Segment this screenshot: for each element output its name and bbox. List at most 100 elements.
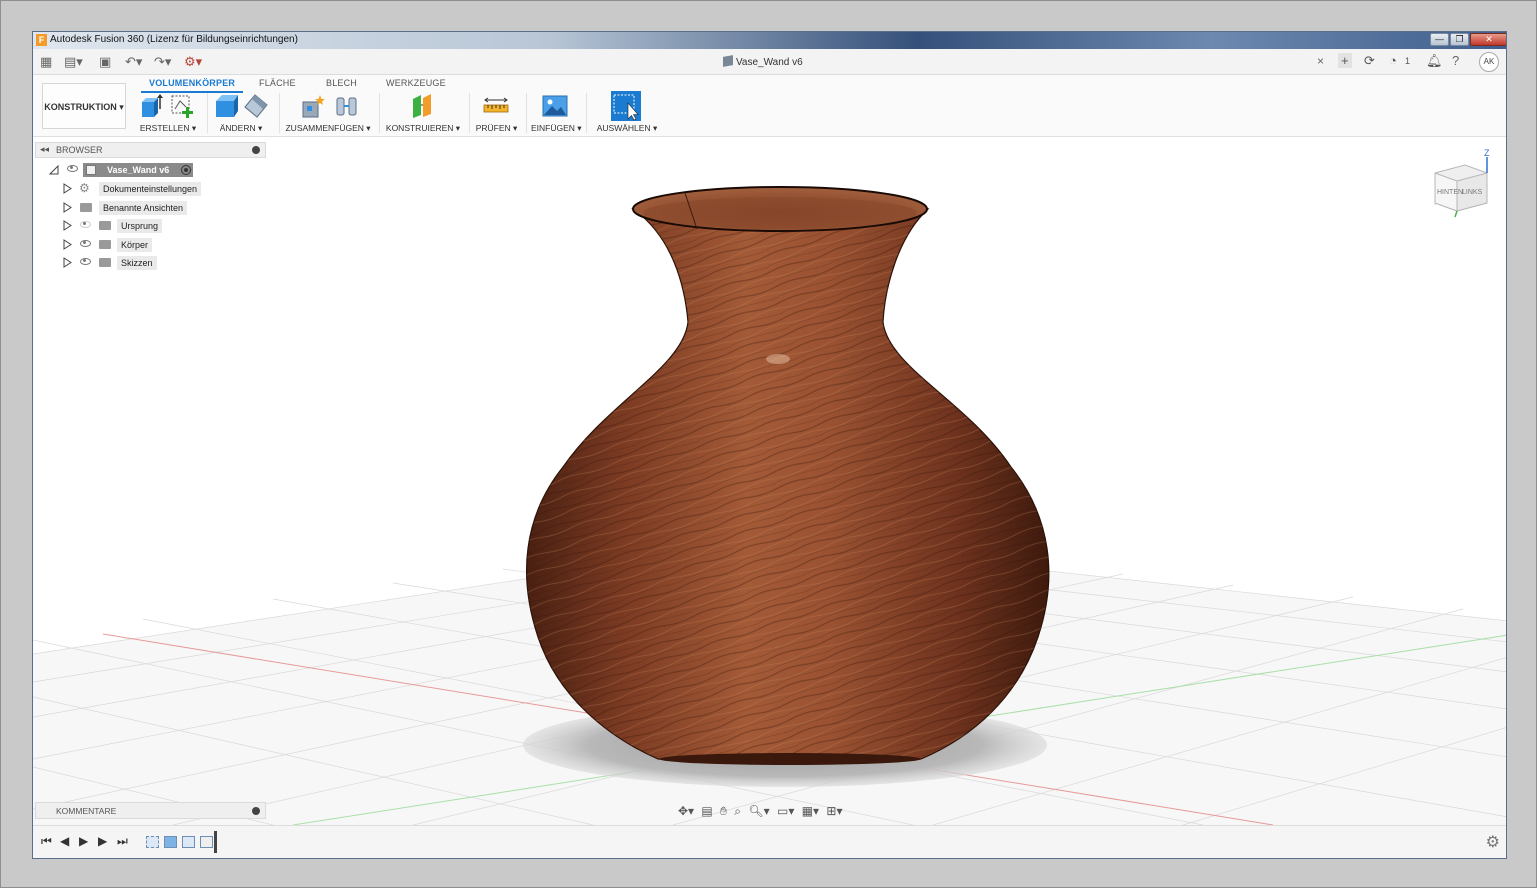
- zusammenfuegen-label[interactable]: ZUSAMMENFÜGEN ▾: [285, 123, 371, 134]
- auswaehlen-label[interactable]: AUSWÄHLEN ▾: [592, 123, 662, 134]
- zoom-window-icon[interactable]: 🔍︎▾: [748, 804, 769, 818]
- tab-flaeche[interactable]: FLÄCHE: [259, 78, 296, 88]
- close-button[interactable]: ✕: [1470, 33, 1506, 46]
- go-to-start-icon[interactable]: ⏮︎: [41, 834, 52, 849]
- expand-arrow-icon[interactable]: [63, 202, 72, 213]
- viewcube[interactable]: HINTEN LINKS Z: [1429, 147, 1497, 221]
- step-back-icon[interactable]: ◀︎: [60, 834, 69, 848]
- close-tab-button[interactable]: ×: [1317, 54, 1324, 68]
- pan-hand-icon[interactable]: ✋︎: [720, 804, 727, 818]
- tree-item-benannte-ansichten[interactable]: Benannte Ansichten: [63, 201, 203, 215]
- model-canvas[interactable]: [33, 137, 1506, 825]
- group-erstellen: ERSTELLEN ▾: [133, 92, 203, 136]
- extensions-icon[interactable]: ⚙▾: [184, 54, 202, 70]
- tab-werkzeuge[interactable]: WERKZEUGE: [386, 78, 446, 88]
- browser-panel-header[interactable]: ◂◂ BROWSER: [35, 142, 266, 158]
- timeline-shell-icon[interactable]: [182, 836, 195, 848]
- create-sketch-icon[interactable]: [169, 93, 195, 119]
- user-avatar[interactable]: AK: [1479, 52, 1499, 72]
- look-at-icon[interactable]: ▤: [701, 804, 712, 818]
- new-tab-icon[interactable]: +: [1338, 53, 1352, 68]
- tree-item-ursprung[interactable]: Ursprung: [63, 219, 203, 233]
- canvas-viewport[interactable]: HINTEN LINKS Z: [33, 137, 1506, 825]
- vase-model[interactable]: [525, 186, 1050, 765]
- insert-image-icon[interactable]: [542, 93, 568, 119]
- viewcube-face-left[interactable]: LINKS: [1462, 189, 1483, 196]
- orbit-icon[interactable]: ✥▾: [678, 804, 694, 818]
- display-settings-icon[interactable]: ▭▾: [777, 804, 794, 818]
- expand-arrow-icon[interactable]: [63, 239, 72, 250]
- tree-root[interactable]: Vase_Wand v6: [47, 163, 197, 177]
- timeline-appearance-icon[interactable]: [200, 836, 213, 848]
- expand-arrow-icon[interactable]: [63, 257, 72, 268]
- viewports-icon[interactable]: ⊞▾: [826, 804, 842, 818]
- save-icon[interactable]: ▣: [99, 54, 111, 70]
- expand-arrow-icon[interactable]: [63, 220, 72, 231]
- collapse-panel-icon[interactable]: ◂◂: [40, 144, 49, 155]
- quick-access-bar: ▦ ▤▾ ▣ ↶▾ ↷▾ ⚙▾ Vase_Wand v6 × + ⟳ ◔ 1 🔔…: [33, 49, 1506, 75]
- add-comment-icon[interactable]: [252, 807, 260, 815]
- data-panel-icon[interactable]: ⟳: [1364, 53, 1375, 69]
- workspace-switcher[interactable]: KONSTRUKTION ▾: [42, 83, 126, 129]
- tree-item-label: Dokumenteinstellungen: [99, 182, 202, 196]
- measure-icon[interactable]: [483, 93, 509, 119]
- tree-item-dokumenteinstellungen[interactable]: ⚙ Dokumenteinstellungen: [63, 181, 203, 196]
- document-tab[interactable]: Vase_Wand v6: [723, 55, 803, 68]
- group-zusammenfuegen: ZUSAMMENFÜGEN ▾: [285, 92, 371, 136]
- title-bar: F Autodesk Fusion 360 (Lizenz für Bildun…: [33, 32, 1506, 49]
- folder-icon: [99, 240, 111, 249]
- pruefen-label[interactable]: PRÜFEN ▾: [474, 123, 519, 134]
- zoom-icon[interactable]: ⌕: [734, 804, 741, 818]
- browser-title: BROWSER: [56, 145, 103, 155]
- notifications-icon[interactable]: 🔔︎: [1426, 53, 1443, 69]
- panel-options-icon[interactable]: [252, 146, 260, 154]
- folder-icon: [99, 258, 111, 267]
- joint-icon[interactable]: [334, 93, 360, 119]
- timeline-revolve-icon[interactable]: [164, 836, 177, 848]
- comments-panel-header[interactable]: KOMMENTARE: [35, 802, 266, 819]
- grid-settings-icon[interactable]: ▦▾: [802, 804, 819, 818]
- tab-volumenkoerper[interactable]: VOLUMENKÖRPER: [140, 78, 244, 93]
- step-forward-icon[interactable]: ▶︎: [98, 834, 107, 848]
- erstellen-label[interactable]: ERSTELLEN ▾: [133, 123, 203, 134]
- viewcube-face-back[interactable]: HINTEN: [1437, 189, 1463, 196]
- select-icon[interactable]: [611, 91, 641, 121]
- tree-item-label: Benannte Ansichten: [99, 201, 188, 215]
- job-status-icon[interactable]: ◔: [1389, 53, 1397, 68]
- aendern-label[interactable]: ÄNDERN ▾: [211, 123, 271, 134]
- extrude-icon[interactable]: [138, 93, 164, 119]
- visibility-eye-icon[interactable]: [80, 221, 91, 228]
- fillet-icon[interactable]: [243, 93, 269, 119]
- minimize-button[interactable]: —: [1430, 33, 1449, 46]
- expanded-arrow-icon[interactable]: [49, 165, 59, 175]
- help-icon[interactable]: ?: [1452, 53, 1459, 68]
- press-pull-icon[interactable]: [214, 93, 240, 119]
- ribbon-divider: [379, 93, 380, 133]
- new-component-icon[interactable]: [300, 93, 326, 119]
- timeline-settings-gear-icon[interactable]: ⚙: [1486, 832, 1500, 852]
- go-to-end-icon[interactable]: ⏭︎: [117, 834, 128, 849]
- tab-blech[interactable]: BLECH: [326, 78, 357, 88]
- timeline-marker[interactable]: [214, 831, 217, 853]
- timeline-sketch-icon[interactable]: [146, 836, 159, 848]
- file-menu-icon[interactable]: ▤▾: [64, 54, 83, 70]
- redo-icon[interactable]: ↷▾: [154, 54, 171, 70]
- expand-arrow-icon[interactable]: [63, 183, 72, 194]
- konstruieren-label[interactable]: KONSTRUIEREN ▾: [385, 123, 461, 134]
- offset-plane-icon[interactable]: [410, 93, 436, 119]
- visibility-eye-icon[interactable]: [67, 165, 78, 172]
- viewcube-axis-z: Z: [1484, 148, 1490, 158]
- tree-item-skizzen[interactable]: Skizzen: [63, 256, 203, 270]
- undo-icon[interactable]: ↶▾: [125, 54, 142, 70]
- group-aendern: ÄNDERN ▾: [211, 92, 271, 136]
- einfuegen-label[interactable]: EINFÜGEN ▾: [531, 123, 582, 134]
- comments-title: KOMMENTARE: [56, 806, 117, 816]
- group-pruefen: PRÜFEN ▾: [474, 92, 519, 136]
- play-icon[interactable]: ▶︎: [79, 834, 88, 848]
- tree-item-koerper[interactable]: Körper: [63, 238, 203, 252]
- maximize-button[interactable]: ❐: [1450, 33, 1469, 46]
- group-konstruieren: KONSTRUIEREN ▾: [385, 92, 461, 136]
- app-grid-icon[interactable]: ▦: [40, 54, 52, 70]
- visibility-eye-icon[interactable]: [80, 258, 91, 265]
- visibility-eye-icon[interactable]: [80, 240, 91, 247]
